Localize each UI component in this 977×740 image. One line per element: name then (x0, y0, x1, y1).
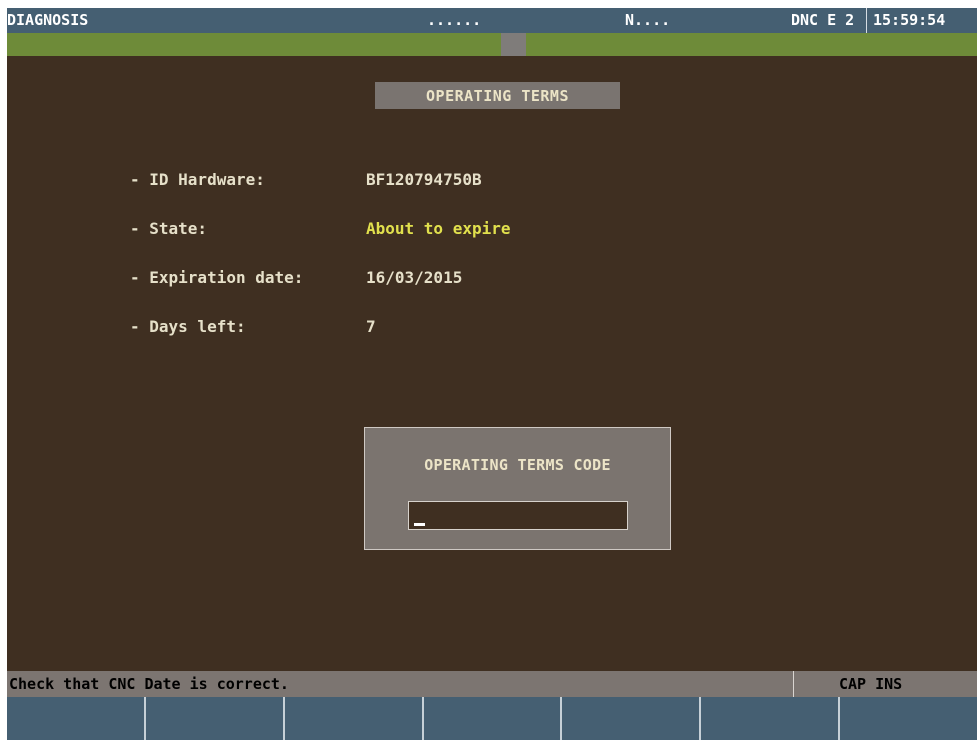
softkey-f4[interactable] (423, 697, 561, 740)
softkey-f7[interactable] (840, 697, 977, 740)
mode-title: DIAGNOSIS (7, 11, 89, 29)
header-bar: DIAGNOSIS ...... N.... DNC E 2 15:59:54 (7, 8, 977, 33)
status-line: Check that CNC Date is correct. CAP INS (7, 671, 977, 697)
field-label: - State: (130, 219, 208, 238)
field-label: - Expiration date: (130, 268, 304, 287)
block-indicator: N.... (625, 11, 671, 29)
field-value: BF120794750B (366, 170, 482, 189)
softkey-f5[interactable] (562, 697, 700, 740)
softkey-f6[interactable] (701, 697, 839, 740)
page-title: OPERATING TERMS (375, 82, 620, 109)
program-indicator: ...... (427, 11, 482, 29)
softkey-f2[interactable] (145, 697, 283, 740)
field-label: - Days left: (130, 317, 246, 336)
field-value: 16/03/2015 (366, 268, 463, 287)
operating-terms-code-dialog: OPERATING TERMS CODE (364, 427, 671, 550)
text-cursor (414, 523, 425, 526)
header-separator (866, 8, 867, 33)
dnc-indicator: DNC E 2 (791, 11, 855, 29)
work-area: OPERATING TERMS - ID Hardware: BF1207947… (7, 56, 977, 671)
dialog-title: OPERATING TERMS CODE (424, 456, 611, 474)
strip-marker (501, 33, 526, 56)
field-label: - ID Hardware: (130, 170, 265, 189)
field-value: 7 (366, 317, 376, 336)
status-strip (7, 33, 977, 56)
code-input[interactable] (408, 501, 628, 530)
status-message: Check that CNC Date is correct. (9, 675, 289, 693)
field-value: About to expire (366, 219, 511, 238)
status-separator (793, 671, 794, 697)
keyboard-mode: CAP INS (839, 675, 903, 693)
cnc-screen: DIAGNOSIS ...... N.... DNC E 2 15:59:54 … (7, 8, 977, 740)
softkey-bar (7, 697, 977, 740)
clock: 15:59:54 (873, 11, 946, 29)
softkey-f3[interactable] (284, 697, 422, 740)
softkey-f1[interactable] (7, 697, 144, 740)
